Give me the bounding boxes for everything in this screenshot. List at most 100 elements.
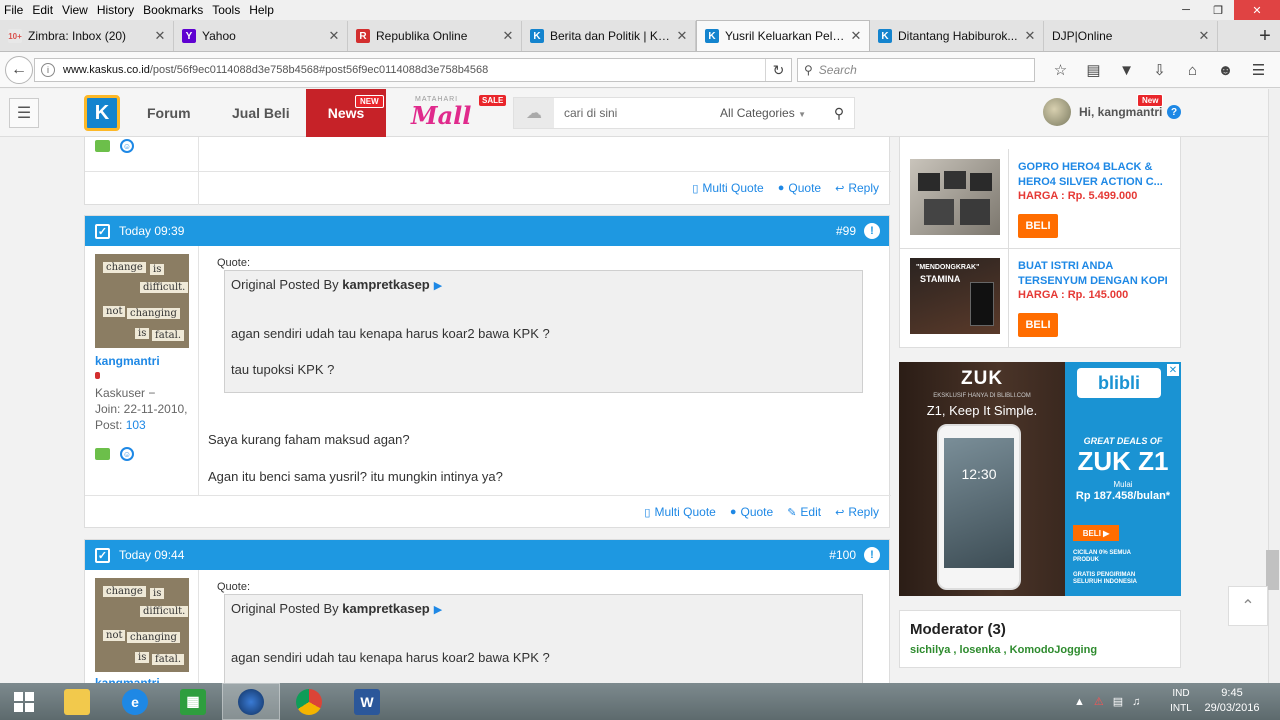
quote-author[interactable]: kampretkasep — [342, 601, 429, 616]
tab-yahoo[interactable]: Y Yahoo ✕ — [174, 21, 348, 51]
product-item[interactable]: "MENDONGKRAK" STAMINA BUAT ISTRI ANDA TE… — [900, 248, 1180, 348]
start-button[interactable] — [0, 683, 48, 720]
close-tab-icon[interactable]: ✕ — [1023, 28, 1037, 44]
post-number[interactable]: #100 — [829, 548, 856, 562]
menu-help[interactable]: Help — [249, 3, 274, 17]
product-item[interactable]: GOPRO HERO4 BLACK & HERO4 SILVER ACTION … — [900, 149, 1180, 249]
search-icon[interactable]: ⚲ — [824, 105, 854, 122]
edit-button[interactable]: ✎ Edit — [787, 505, 821, 519]
close-ad-icon[interactable]: ✕ — [1167, 364, 1179, 376]
close-tab-icon[interactable]: ✕ — [501, 28, 515, 44]
tab-title: Yahoo — [202, 29, 236, 43]
close-tab-icon[interactable]: ✕ — [849, 28, 863, 44]
tab-yusril[interactable]: K Yusril Keluarkan Pelor... ✕ — [696, 20, 870, 51]
back-button[interactable]: ← — [5, 55, 33, 84]
category-select[interactable]: All Categories ▼ — [720, 106, 806, 120]
hamburger-menu-icon[interactable]: ☰ — [9, 98, 39, 128]
new-tab-button[interactable]: + — [1250, 21, 1280, 51]
nav-jual-beli[interactable]: Jual Beli — [232, 89, 290, 137]
site-info-icon[interactable]: i — [41, 63, 55, 77]
tab-zimbra[interactable]: 10+ Zimbra: Inbox (20) ✕ — [0, 21, 174, 51]
tab-berita-politik[interactable]: K Berita dan Politik | KA... ✕ — [522, 21, 696, 51]
reply-button[interactable]: ↩ Reply — [835, 505, 879, 519]
product-image[interactable]: "MENDONGKRAK" STAMINA — [910, 258, 1000, 334]
reload-icon[interactable]: ↻ — [765, 59, 791, 81]
username[interactable]: kangmantri — [95, 354, 160, 368]
post-number[interactable]: #99 — [836, 224, 856, 238]
quote-button[interactable]: ● Quote — [778, 181, 821, 195]
url-bar[interactable]: i www.kaskus.co.id/post/56f9ec0114088d3e… — [34, 58, 792, 82]
network-error-icon[interactable]: ⚠ — [1094, 695, 1104, 708]
menu-file[interactable]: File — [4, 3, 23, 17]
restore-button[interactable]: ❐ — [1202, 0, 1234, 20]
chrome-app[interactable] — [280, 683, 338, 720]
nav-news[interactable]: News NEW — [306, 89, 386, 137]
quote-button[interactable]: ● Quote — [730, 505, 773, 519]
close-tab-icon[interactable]: ✕ — [327, 28, 341, 44]
edit-icon: ✎ — [787, 506, 797, 519]
nav-forum[interactable]: Forum — [147, 89, 191, 137]
language-indicator[interactable]: IND INTL — [1166, 686, 1196, 716]
scrollbar-thumb[interactable] — [1266, 550, 1279, 590]
divider — [1008, 248, 1009, 348]
minimize-button[interactable]: ─ — [1170, 0, 1202, 20]
multi-quote-button[interactable]: ▯ Multi Quote — [644, 505, 715, 519]
user-avatar[interactable]: change is difficult. not changing is fat… — [95, 254, 189, 348]
page-scrollbar[interactable] — [1268, 89, 1280, 683]
user-info: Kaskuser − Join: 22-11-2010, Post: 103 — [95, 386, 188, 432]
menu-edit[interactable]: Edit — [32, 3, 53, 17]
user-avatar[interactable]: change is difficult. not changing is fat… — [95, 578, 189, 672]
network-icon[interactable]: ▤ — [1113, 695, 1123, 708]
emoji-icon[interactable]: ☻ — [1209, 58, 1242, 82]
volume-icon[interactable]: ♫ — [1132, 696, 1140, 708]
reading-list-icon[interactable]: ▤ — [1077, 58, 1110, 82]
word-app[interactable]: W — [338, 683, 396, 720]
matahari-mall-link[interactable]: MATAHARI Mall SALE — [407, 93, 507, 133]
close-tab-icon[interactable]: ✕ — [1197, 28, 1211, 44]
select-post-checkbox[interactable]: ✓ — [95, 223, 110, 239]
firefox-app[interactable] — [222, 683, 280, 720]
home-icon[interactable]: ⌂ — [1176, 58, 1209, 82]
buy-button[interactable]: BELI — [1018, 313, 1058, 337]
menu-bookmarks[interactable]: Bookmarks — [143, 3, 203, 17]
site-search-input[interactable]: cari di sini — [564, 106, 720, 120]
system-clock[interactable]: 9:45 29/03/2016 — [1204, 686, 1260, 716]
menu-icon[interactable]: ☰ — [1242, 58, 1275, 82]
buy-button[interactable]: BELI — [1018, 214, 1058, 238]
close-tab-icon[interactable]: ✕ — [675, 28, 689, 44]
menu-history[interactable]: History — [97, 3, 134, 17]
product-title[interactable]: GOPRO HERO4 BLACK & HERO4 SILVER ACTION … — [1018, 160, 1176, 190]
ad-buy-button[interactable]: BELI ▶ — [1073, 525, 1119, 541]
zuk-advertisement[interactable]: ZUK EKSKLUSIF HANYA DI BLIBLI.COM Z1, Ke… — [899, 362, 1181, 596]
download-icon[interactable]: ⇩ — [1143, 58, 1176, 82]
post-count[interactable]: 103 — [126, 418, 146, 432]
kaskus-logo[interactable]: K — [84, 95, 120, 131]
moderator-list[interactable]: sichilya , losenka , KomodoJogging — [910, 644, 1170, 656]
browser-search-input[interactable]: ⚲ Search — [797, 58, 1035, 82]
tab-djp-online[interactable]: DJP|Online ✕ — [1044, 21, 1218, 51]
file-explorer-app[interactable] — [48, 683, 106, 720]
multi-quote-button[interactable]: ▯ Multi Quote — [692, 181, 763, 195]
help-icon[interactable]: ? — [1167, 105, 1181, 119]
close-tab-icon[interactable]: ✕ — [153, 28, 167, 44]
report-icon[interactable]: ! — [864, 547, 880, 563]
select-post-checkbox[interactable]: ✓ — [95, 547, 110, 563]
reply-button[interactable]: ↩ Reply — [835, 181, 879, 195]
product-title[interactable]: BUAT ISTRI ANDA TERSENYUM DENGAN KOPI — [1018, 259, 1176, 289]
quote-author[interactable]: kampretkasep — [342, 277, 429, 292]
menu-view[interactable]: View — [62, 3, 88, 17]
arrow-right-icon[interactable]: ▶ — [434, 280, 442, 292]
store-app[interactable]: ▦ — [164, 683, 222, 720]
show-hidden-icons-icon[interactable]: ▲ — [1074, 696, 1085, 708]
product-image[interactable] — [910, 159, 1000, 235]
arrow-right-icon[interactable]: ▶ — [434, 604, 442, 616]
menu-tools[interactable]: Tools — [212, 3, 240, 17]
pocket-icon[interactable]: ▼ — [1110, 58, 1143, 82]
bookmark-star-icon[interactable]: ☆ — [1044, 58, 1077, 82]
back-to-top-button[interactable]: ⌃ — [1228, 586, 1268, 626]
tab-republika[interactable]: R Republika Online ✕ — [348, 21, 522, 51]
internet-explorer-app[interactable]: e — [106, 683, 164, 720]
report-icon[interactable]: ! — [864, 223, 880, 239]
close-window-button[interactable]: ✕ — [1234, 0, 1280, 20]
tab-ditantang[interactable]: K Ditantang Habiburok... ✕ — [870, 21, 1044, 51]
